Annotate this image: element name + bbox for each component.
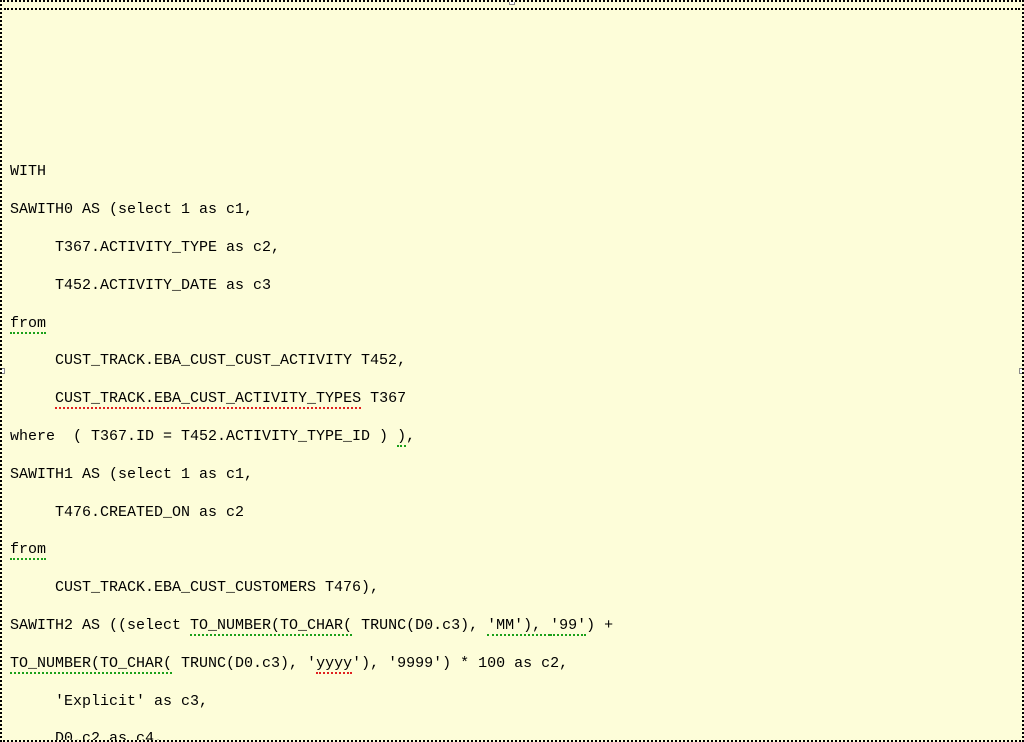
- code-text: ) +: [586, 617, 613, 634]
- code-text: TO_NUMBER(TO_CHAR(: [190, 617, 352, 636]
- resize-handle-top[interactable]: [509, 0, 515, 5]
- code-line: CUST_TRACK.EBA_CUST_ACTIVITY_TYPES T367: [10, 390, 1014, 409]
- code-text: where ( T367.ID = T452.ACTIVITY_TYPE_ID …: [10, 428, 397, 445]
- document-page: WITH SAWITH0 AS (select 1 as c1, T367.AC…: [0, 0, 1024, 742]
- code-line: 'Explicit' as c3,: [10, 693, 1014, 712]
- code-line: SAWITH1 AS (select 1 as c1,: [10, 466, 1014, 485]
- code-line: T452.ACTIVITY_DATE as c3: [10, 277, 1014, 296]
- code-line: where ( T367.ID = T452.ACTIVITY_TYPE_ID …: [10, 428, 1014, 447]
- code-text: CUST_TRACK.EBA_CUST_ACTIVITY_TYPES: [55, 390, 361, 409]
- code-line: TO_NUMBER(TO_CHAR( TRUNC(D0.c3), 'yyyy')…: [10, 655, 1014, 674]
- code-text: T367.ACTIVITY_TYPE as c2,: [10, 239, 280, 256]
- code-text: WITH: [10, 163, 46, 180]
- code-text: TRUNC(D0.c3), ': [172, 655, 316, 672]
- code-text: TO_NUMBER(TO_CHAR(: [10, 655, 172, 674]
- code-text: CUST_TRACK.EBA_CUST_CUST_ACTIVITY T452,: [10, 352, 406, 369]
- code-text: '), '9999') * 100 as c2,: [352, 655, 568, 672]
- code-text: 'MM'),: [487, 617, 550, 636]
- code-text: T452.ACTIVITY_DATE as c3: [10, 277, 271, 294]
- code-text: TRUNC(D0.c3),: [352, 617, 487, 634]
- code-text: D0.c2 as c4,: [10, 730, 163, 742]
- code-block: WITH SAWITH0 AS (select 1 as c1, T367.AC…: [10, 144, 1014, 742]
- code-line: T476.CREATED_ON as c2: [10, 504, 1014, 523]
- code-text: [10, 390, 55, 407]
- code-line: CUST_TRACK.EBA_CUST_CUST_ACTIVITY T452,: [10, 352, 1014, 371]
- code-text: from: [10, 541, 46, 560]
- code-text: 'Explicit' as c3,: [10, 693, 208, 710]
- resize-handle-right[interactable]: [1019, 368, 1024, 374]
- code-text: SAWITH2 AS ((select: [10, 617, 190, 634]
- code-line: D0.c2 as c4,: [10, 730, 1014, 742]
- code-line: from: [10, 315, 1014, 334]
- code-line: SAWITH0 AS (select 1 as c1,: [10, 201, 1014, 220]
- code-line: WITH: [10, 163, 1014, 182]
- code-text: '99': [550, 617, 586, 636]
- code-text: ): [397, 428, 406, 447]
- code-text: SAWITH1 AS (select 1 as c1,: [10, 466, 253, 483]
- code-text: ,: [406, 428, 415, 445]
- code-text: T367: [361, 390, 406, 407]
- code-text: CUST_TRACK.EBA_CUST_CUSTOMERS T476),: [10, 579, 379, 596]
- page-separator: [4, 8, 1020, 10]
- code-line: T367.ACTIVITY_TYPE as c2,: [10, 239, 1014, 258]
- code-text: from: [10, 315, 46, 334]
- code-text: SAWITH0 AS (select 1 as c1,: [10, 201, 253, 218]
- code-text: yyyy: [316, 655, 352, 674]
- code-line: from: [10, 541, 1014, 560]
- code-line: SAWITH2 AS ((select TO_NUMBER(TO_CHAR( T…: [10, 617, 1014, 636]
- resize-handle-left[interactable]: [0, 368, 5, 374]
- code-text: T476.CREATED_ON as c2: [10, 504, 244, 521]
- code-line: CUST_TRACK.EBA_CUST_CUSTOMERS T476),: [10, 579, 1014, 598]
